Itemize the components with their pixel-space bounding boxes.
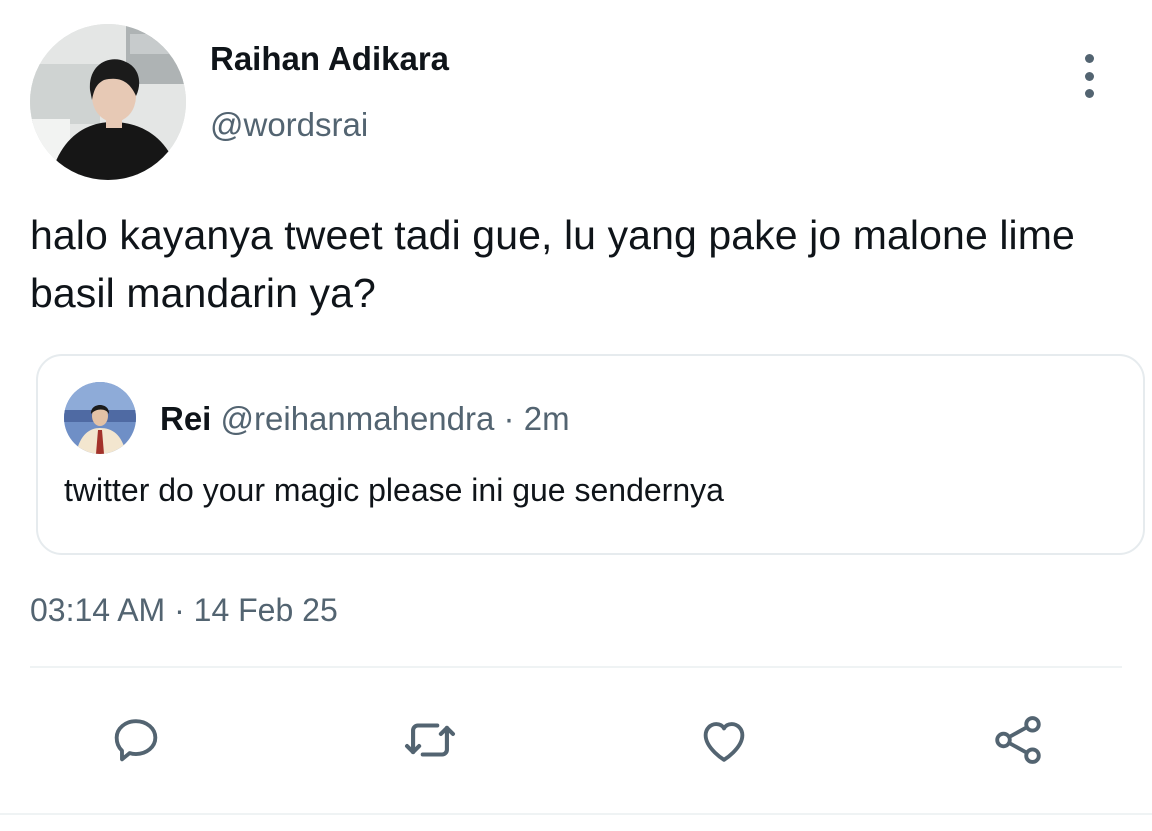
more-vertical-icon-dot (1084, 71, 1094, 81)
reply-button[interactable] (106, 710, 166, 770)
quoted-tweet-card[interactable]: Rei @reihanmahendra · 2m twitter do your… (36, 354, 1145, 555)
like-button[interactable] (694, 710, 754, 770)
more-vertical-icon (1084, 54, 1094, 63)
author-avatar-image (30, 24, 186, 180)
reply-icon (114, 719, 158, 762)
quote-header: Rei @reihanmahendra · 2m (160, 400, 570, 438)
quote-author-handle: @reihanmahendra (220, 400, 495, 437)
quote-avatar[interactable] (64, 382, 136, 454)
retweet-icon (404, 723, 456, 757)
quote-avatar-image (64, 382, 136, 454)
share-button[interactable] (988, 710, 1048, 770)
bottom-divider (0, 813, 1152, 815)
more-vertical-icon-dot (1084, 89, 1094, 98)
tweet-date: 14 Feb 25 (193, 592, 338, 628)
tweet-time: 03:14 AM (30, 592, 166, 628)
divider (30, 666, 1122, 668)
retweet-button[interactable] (400, 710, 460, 770)
more-options-button[interactable] (1070, 54, 1108, 98)
author-name[interactable]: Raihan Adikara (210, 40, 449, 78)
tweet-text: halo kayanya tweet tadi gue, lu yang pak… (30, 212, 1075, 316)
quote-author-name: Rei (160, 400, 212, 437)
quote-separator: · (503, 400, 515, 437)
share-icon (995, 716, 1041, 764)
author-avatar[interactable] (30, 24, 186, 180)
tweet-timestamp[interactable]: 03:14 AM · 14 Feb 25 (30, 592, 338, 629)
quote-time: 2m (523, 400, 570, 437)
timestamp-separator: · (174, 592, 185, 628)
heart-icon (703, 722, 745, 762)
quote-text: twitter do your magic please ini gue sen… (64, 472, 724, 508)
author-handle[interactable]: @wordsrai (210, 106, 368, 144)
